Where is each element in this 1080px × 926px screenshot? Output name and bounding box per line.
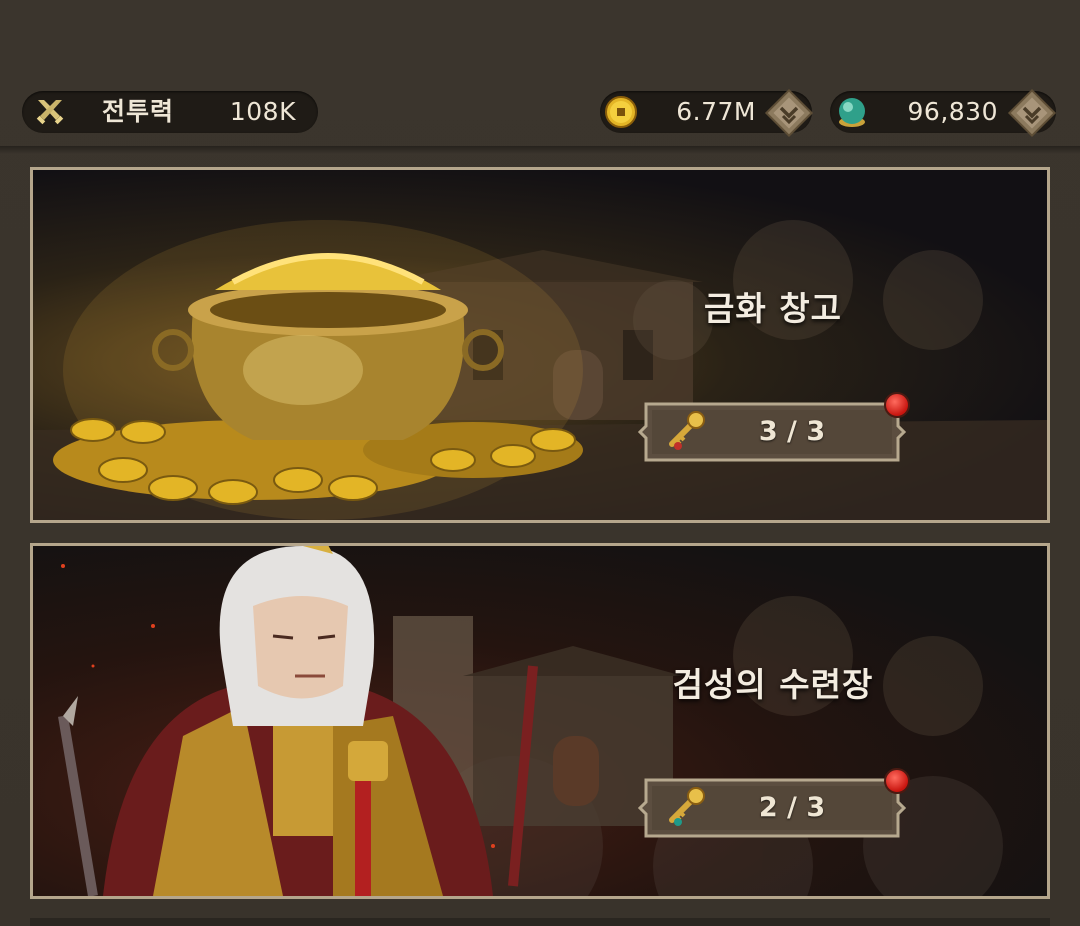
header-divider <box>0 146 1080 154</box>
entry-counter: 2 / 3 <box>636 768 910 842</box>
banner-title: 금화 창고 <box>704 289 842 328</box>
combat-power-value: 108K <box>229 97 296 126</box>
entry-count: 3 / 3 <box>758 416 826 447</box>
dungeon-select-screen: 전투력 108K 6.77M 96,830 금화 창고 3 / 3 검성의 수련… <box>0 0 1080 926</box>
gold-coin-icon <box>604 95 638 133</box>
add-gold-button[interactable] <box>762 86 816 144</box>
combat-power-label: 전투력 <box>102 97 175 126</box>
notification-dot <box>884 768 910 794</box>
entry-counter: 3 / 3 <box>636 392 910 466</box>
crossed-swords-icon <box>34 96 66 132</box>
gold-vault-banner[interactable]: 금화 창고 3 / 3 <box>30 167 1050 523</box>
sword-master-illustration <box>58 546 1003 896</box>
next-banner-edge <box>30 918 1050 926</box>
jade-orb-icon <box>834 95 870 135</box>
add-jade-button[interactable] <box>1005 86 1059 144</box>
combat-power-display: 전투력 108K <box>22 91 318 133</box>
gold-value: 6.77M <box>676 97 756 126</box>
entry-count: 2 / 3 <box>758 792 826 823</box>
notification-dot <box>884 392 910 418</box>
gold-vault-illustration <box>33 220 1047 520</box>
banner-title: 검성의 수련장 <box>672 665 874 704</box>
jade-value: 96,830 <box>907 97 998 126</box>
sword-master-training-banner[interactable]: 검성의 수련장 2 / 3 <box>30 543 1050 899</box>
